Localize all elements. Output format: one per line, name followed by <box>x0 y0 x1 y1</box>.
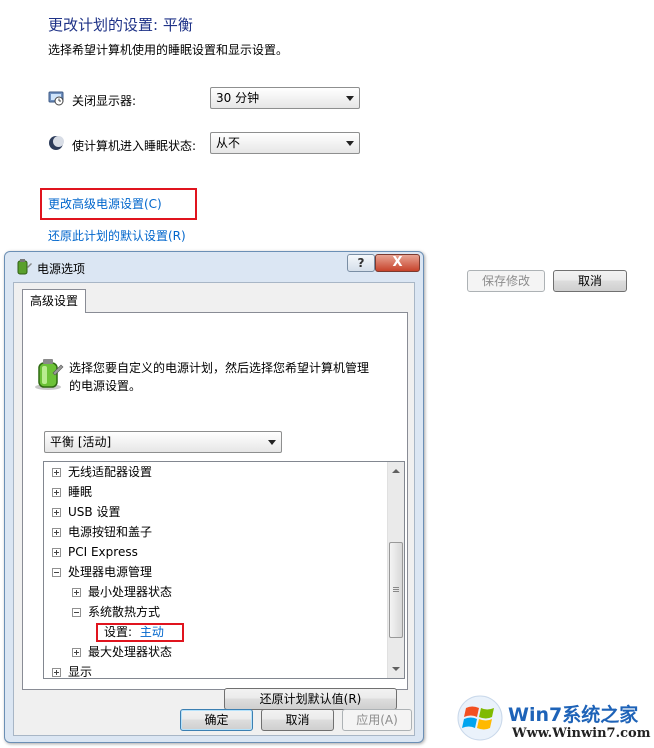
scroll-up-icon[interactable] <box>392 469 400 473</box>
apply-button[interactable]: 应用(A) <box>342 709 412 731</box>
tree-item-wireless-adapter[interactable]: 无线适配器设置 <box>52 462 152 482</box>
plan-settings-title: 更改计划的设置: 平衡 <box>48 16 193 34</box>
expand-icon[interactable] <box>52 668 61 677</box>
expand-icon[interactable] <box>52 488 61 497</box>
cancel-button[interactable]: 取消 <box>553 270 627 292</box>
tree-item-label: 最小处理器状态 <box>88 585 173 599</box>
tab-advanced-settings[interactable]: 高级设置 <box>22 289 86 313</box>
expand-icon[interactable] <box>72 648 81 657</box>
expand-icon[interactable] <box>72 588 81 597</box>
restore-defaults-link[interactable]: 还原此计划的默认设置(R) <box>48 227 186 244</box>
tree-item-label: 电源按钮和盖子 <box>68 525 153 539</box>
scroll-down-icon[interactable] <box>392 667 400 671</box>
collapse-icon[interactable] <box>52 568 61 577</box>
display-off-select[interactable]: 30 分钟 <box>210 87 360 109</box>
sleep-select[interactable]: 从不 <box>210 132 360 154</box>
ok-button[interactable]: 确定 <box>180 709 253 731</box>
tree-item-label: 睡眠 <box>68 485 93 499</box>
tree-item-max-processor[interactable]: 最大处理器状态 <box>72 642 172 662</box>
tree-item-usb[interactable]: USB 设置 <box>52 502 120 522</box>
expand-icon[interactable] <box>52 468 61 477</box>
tree-item-label: 最大处理器状态 <box>88 645 173 659</box>
collapse-icon[interactable] <box>72 608 81 617</box>
scrollbar-thumb[interactable] <box>389 542 403 638</box>
advanced-settings-panel: 选择您要自定义的电源计划，然后选择您希望计算机管理的电源设置。 平衡 [活动] … <box>22 312 408 710</box>
settings-tree[interactable]: 无线适配器设置 睡眠 USB 设置 电源按钮和盖子 PCI Express 处理… <box>43 461 405 679</box>
tree-item-pci-express[interactable]: PCI Express <box>52 542 138 562</box>
power-plan-select[interactable]: 平衡 [活动] <box>44 431 282 453</box>
tree-item-label: 显示 <box>68 665 93 679</box>
expand-icon[interactable] <box>52 508 61 517</box>
expand-icon[interactable] <box>52 548 61 557</box>
dialog-client-area: 高级设置 选择您要自定义的电源计划，然后选择您希望计算机管理的电源设置。 平衡 … <box>13 282 415 736</box>
tree-item-sleep[interactable]: 睡眠 <box>52 482 92 502</box>
power-options-dialog: 电源选项 ? X 高级设置 选择您要自定义的电源计划，然后选择您希望计算机管理的… <box>4 251 424 743</box>
tree-item-min-processor[interactable]: 最小处理器状态 <box>72 582 172 602</box>
tree-scrollbar[interactable] <box>387 462 404 678</box>
help-button[interactable]: ? <box>347 254 375 272</box>
moon-sleep-icon <box>49 136 64 150</box>
dialog-title: 电源选项 <box>37 262 86 276</box>
sleep-value: 从不 <box>216 136 241 150</box>
tree-item-label: USB 设置 <box>68 505 121 519</box>
watermark-brand: Win7系统之家 <box>508 704 639 726</box>
display-off-value: 30 分钟 <box>216 91 260 105</box>
battery-icon <box>35 359 64 390</box>
dialog-intro-text: 选择您要自定义的电源计划，然后选择您希望计算机管理的电源设置。 <box>69 361 370 393</box>
chevron-down-icon <box>346 96 354 101</box>
windows-logo-icon <box>457 695 503 741</box>
expand-icon[interactable] <box>52 528 61 537</box>
restore-plan-defaults-button[interactable]: 还原计划默认值(R) <box>224 688 397 710</box>
watermark-url: Www.Winwin7.com <box>512 726 651 741</box>
power-plan-value: 平衡 [活动] <box>50 435 112 449</box>
chevron-down-icon <box>268 440 276 445</box>
plan-settings-description: 选择希望计算机使用的睡眠设置和显示设置。 <box>48 43 289 57</box>
sleep-label: 使计算机进入睡眠状态: <box>72 139 197 153</box>
save-changes-button[interactable]: 保存修改 <box>467 270 545 292</box>
tree-item-label: 处理器电源管理 <box>68 565 153 579</box>
tree-item-processor-power[interactable]: 处理器电源管理 <box>52 562 152 582</box>
monitor-icon <box>48 91 64 106</box>
tree-item-label: 系统散热方式 <box>88 605 161 619</box>
tree-item-power-buttons[interactable]: 电源按钮和盖子 <box>52 522 152 542</box>
display-off-label: 关闭显示器: <box>72 94 137 108</box>
tree-item-display[interactable]: 显示 <box>52 662 93 679</box>
tree-item-label: PCI Express <box>68 545 138 559</box>
advanced-power-settings-link[interactable]: 更改高级电源设置(C) <box>48 195 162 212</box>
dialog-cancel-button[interactable]: 取消 <box>261 709 334 731</box>
dialog-titlebar[interactable]: 电源选项 ? X <box>5 252 423 282</box>
close-button[interactable]: X <box>375 254 420 272</box>
chevron-down-icon <box>346 141 354 146</box>
tree-item-cooling-policy[interactable]: 系统散热方式 <box>72 602 160 622</box>
tree-item-label: 无线适配器设置 <box>68 465 153 479</box>
battery-plug-icon <box>17 259 32 275</box>
highlight-box-cooling-setting <box>96 623 184 642</box>
